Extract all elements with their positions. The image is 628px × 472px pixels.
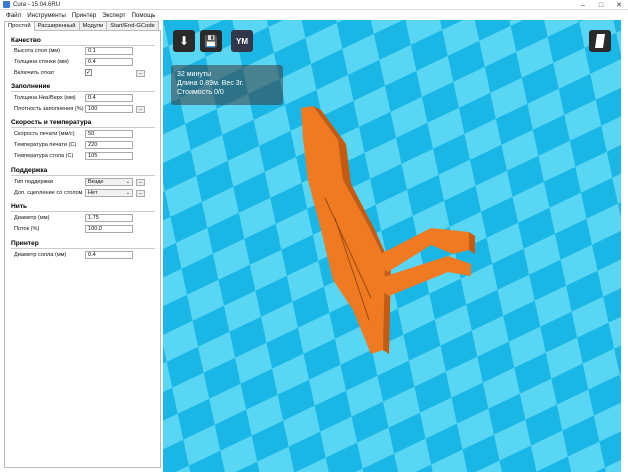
menu-printer[interactable]: Принтер [72, 12, 96, 19]
support-type-label: Тип поддержки [14, 179, 53, 185]
load-model-icon: ⬇ [178, 34, 190, 48]
flow-label: Поток (%) [14, 226, 40, 232]
menu-tools[interactable]: Инструменты [27, 12, 66, 19]
menu-help[interactable]: Помощь [131, 12, 155, 19]
bed-temp-label: Температура стола (С) [14, 153, 74, 159]
tab-basic[interactable]: Простой [4, 21, 35, 31]
layer-height-label: Высота слоя (мм) [14, 48, 60, 54]
youmagine-button[interactable]: YM [231, 30, 253, 52]
section-filament-title: Нить [11, 203, 28, 210]
divider [11, 175, 155, 176]
chevron-down-icon: ⌄ [125, 179, 130, 185]
minimize-button[interactable]: – [574, 0, 592, 10]
fill-density-field[interactable]: 100 [85, 105, 133, 113]
divider [11, 91, 155, 92]
nozzle-size-field[interactable]: 0.4 [85, 251, 133, 259]
divider [11, 248, 155, 249]
retraction-settings-button[interactable]: ... [136, 70, 145, 77]
support-settings-button[interactable]: ... [136, 179, 145, 186]
nozzle-size-label: Диаметр сопла (мм) [14, 252, 67, 258]
print-time: 32 минуты [177, 71, 212, 78]
support-type-select[interactable]: Везде ⌄ [85, 178, 133, 186]
divider [11, 45, 155, 46]
print-info-box: 32 минуты Длина 0.89м. Вес 3г. Стоимость… [171, 65, 283, 105]
fill-settings-button[interactable]: ... [136, 106, 145, 113]
settings-panel: Качество Высота слоя (мм) 0.1 Толщина ст… [4, 30, 161, 468]
chevron-down-icon: ⌄ [125, 190, 130, 196]
menu-file[interactable]: Файл [6, 12, 21, 19]
filament-diameter-label: Диаметр (мм) [14, 215, 50, 221]
close-button[interactable]: ✕ [610, 0, 628, 10]
adhesion-select[interactable]: Нет ⌄ [85, 189, 133, 197]
section-printer-title: Принтер [11, 240, 39, 247]
menu-bar: Файл Инструменты Принтер Эксперт Помощь [0, 10, 628, 20]
support-type-value: Везде [88, 179, 104, 185]
maximize-button[interactable]: □ [592, 0, 610, 10]
bottom-top-field[interactable]: 0.4 [85, 94, 133, 102]
section-speed-title: Скорость и температура [11, 119, 92, 126]
retraction-checkbox[interactable]: ✓ [85, 69, 92, 76]
window-title: Cura - 15.04.6RU [13, 1, 61, 8]
bottom-top-label: Толщина Низ/Верх (мм) [14, 95, 76, 101]
fill-density-label: Плотность заполнения (%) [14, 106, 84, 112]
save-gcode-icon: 💾 [204, 35, 218, 48]
view-mode-icon [595, 34, 605, 48]
divider [11, 127, 155, 128]
menu-expert[interactable]: Эксперт [102, 12, 125, 19]
retraction-label: Включить откат [14, 70, 55, 76]
save-gcode-button[interactable]: 💾 [200, 30, 222, 52]
section-support-title: Поддержка [11, 167, 48, 174]
adhesion-settings-button[interactable]: ... [136, 190, 145, 197]
adhesion-label: Доп. сцепление со столом [14, 190, 83, 196]
shell-thickness-field[interactable]: 0.4 [85, 58, 133, 66]
print-speed-field[interactable]: 50 [85, 130, 133, 138]
load-model-button[interactable]: ⬇ [173, 30, 195, 52]
flow-field[interactable]: 100.0 [85, 225, 133, 233]
print-temp-label: Температура печати (С) [14, 142, 77, 148]
print-cost: Стоимость 0/0 [177, 89, 224, 96]
bed-temp-field[interactable]: 105 [85, 152, 133, 160]
filament-diameter-field[interactable]: 1.75 [85, 214, 133, 222]
cura-app-icon [3, 1, 10, 8]
print-speed-label: Скорость печати (мм/с) [14, 131, 75, 137]
divider [11, 211, 155, 212]
title-bar: Cura - 15.04.6RU – □ ✕ [0, 0, 628, 10]
print-length-weight: Длина 0.89м. Вес 3г. [177, 80, 244, 87]
section-quality-title: Качество [11, 37, 41, 44]
layer-height-field[interactable]: 0.1 [85, 47, 133, 55]
print-temp-field[interactable]: 220 [85, 141, 133, 149]
youmagine-icon: YM [236, 36, 248, 46]
section-fill-title: Заполнение [11, 83, 51, 90]
shell-thickness-label: Толщина стенки (мм) [14, 59, 69, 65]
adhesion-value: Нет [88, 190, 98, 196]
3d-viewport[interactable]: ⬇ 💾 YM 32 минуты Длина 0.89м. Вес 3г. Ст… [163, 20, 621, 472]
view-mode-button[interactable] [589, 30, 611, 52]
